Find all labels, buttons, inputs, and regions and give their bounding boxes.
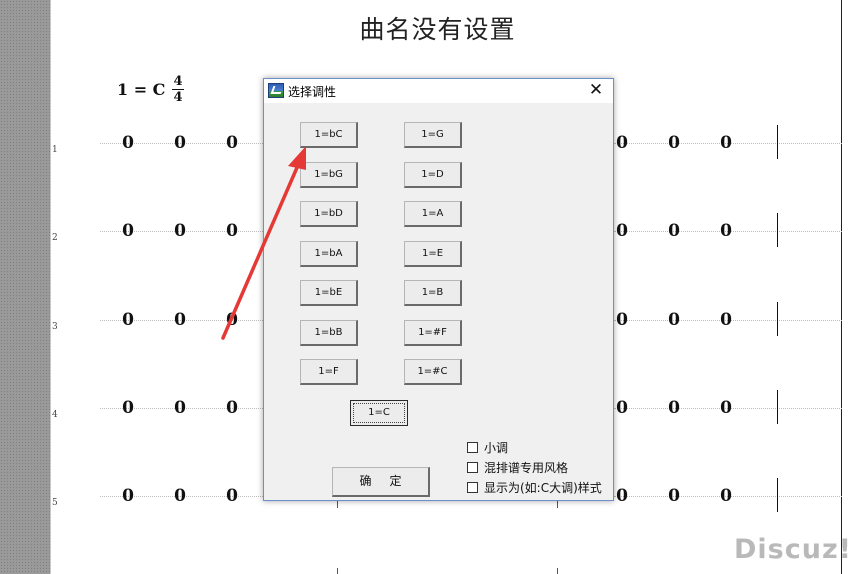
note[interactable]: 0 [666, 221, 682, 241]
option-minor-label: 小调 [484, 441, 509, 455]
note[interactable]: 0 [224, 486, 240, 506]
note[interactable]: 0 [666, 486, 682, 506]
note[interactable]: 0 [718, 133, 734, 153]
row-number: 2 [52, 233, 58, 243]
note[interactable]: 0 [224, 398, 240, 418]
key-button[interactable]: 1=bA [300, 240, 358, 267]
note[interactable]: 0 [718, 486, 734, 506]
key-signature[interactable]: 1 = C [117, 80, 165, 99]
note[interactable]: 0 [172, 486, 188, 506]
beat-tick [337, 500, 338, 508]
key-button[interactable]: 1=bB [300, 319, 358, 346]
key-button[interactable]: 1=bE [300, 280, 358, 306]
key-button[interactable]: 1=D [404, 161, 462, 188]
note[interactable]: 0 [614, 398, 630, 418]
note[interactable]: 0 [172, 398, 188, 418]
note[interactable]: 0 [614, 221, 630, 241]
note[interactable]: 0 [120, 310, 136, 330]
key-button[interactable]: 1=bG [300, 161, 358, 188]
score-title[interactable]: 曲名没有设置 [0, 10, 857, 46]
key-button[interactable]: 1=#C [404, 359, 462, 385]
note[interactable]: 0 [614, 133, 630, 153]
app-icon [268, 83, 284, 98]
note[interactable]: 0 [224, 221, 240, 241]
barline [777, 478, 778, 512]
note[interactable]: 0 [172, 310, 188, 330]
barline [777, 125, 778, 159]
key-button[interactable]: 1=F [300, 359, 358, 385]
note[interactable]: 0 [120, 398, 136, 418]
time-signature[interactable]: 4 4 [172, 74, 184, 105]
option-mixed-style-label: 混排谱专用风格 [484, 461, 569, 475]
note[interactable]: 0 [224, 133, 240, 153]
option-display-style-label: 显示为(如:C大调)样式 [484, 481, 602, 495]
beat-tick [337, 568, 338, 574]
page-edge-left [50, 0, 51, 574]
note[interactable]: 0 [224, 310, 240, 330]
beat-tick [557, 500, 558, 508]
note[interactable]: 0 [120, 133, 136, 153]
dialog-title: 选择调性 [288, 85, 337, 99]
time-signature-bottom: 4 [173, 90, 183, 105]
option-minor[interactable]: 小调 [467, 439, 508, 455]
note[interactable]: 0 [718, 221, 734, 241]
option-display-style[interactable]: 显示为(如:C大调)样式 [467, 479, 602, 495]
key-button[interactable]: 1=A [404, 201, 462, 227]
key-button[interactable]: 1=G [404, 122, 462, 148]
checkbox-display-style[interactable] [467, 482, 478, 493]
ok-button[interactable]: 确定 [332, 467, 430, 497]
watermark: Discuz! [734, 534, 852, 565]
barline [777, 390, 778, 424]
note[interactable]: 0 [666, 133, 682, 153]
note[interactable]: 0 [666, 310, 682, 330]
note[interactable]: 0 [172, 133, 188, 153]
time-signature-top: 4 [173, 74, 183, 89]
beat-tick [557, 568, 558, 574]
checkbox-minor[interactable] [467, 442, 478, 453]
note[interactable]: 0 [614, 310, 630, 330]
key-button[interactable]: 1=#F [404, 319, 462, 346]
row-number: 5 [52, 498, 58, 508]
key-button[interactable]: 1=bD [300, 201, 358, 227]
checkbox-mixed-style[interactable] [467, 462, 478, 473]
note[interactable]: 0 [666, 398, 682, 418]
row-number: 1 [52, 145, 58, 155]
close-icon[interactable]: ✕ [584, 81, 608, 101]
key-button[interactable]: 1=B [404, 280, 462, 306]
note[interactable]: 0 [172, 221, 188, 241]
note[interactable]: 0 [614, 486, 630, 506]
key-button-c[interactable]: 1=C [350, 400, 408, 426]
note[interactable]: 0 [718, 310, 734, 330]
dialog-title-bar[interactable]: 选择调性 ✕ [264, 79, 613, 103]
note[interactable]: 0 [718, 398, 734, 418]
barline [777, 213, 778, 247]
right-gutter [842, 0, 857, 574]
note[interactable]: 0 [120, 221, 136, 241]
left-gutter [0, 0, 50, 574]
option-mixed-style[interactable]: 混排谱专用风格 [467, 459, 568, 475]
key-button[interactable]: 1=bC [300, 122, 358, 148]
row-number: 3 [52, 322, 58, 332]
row-number: 4 [52, 410, 58, 420]
key-button[interactable]: 1=E [404, 240, 462, 267]
key-select-dialog[interactable]: 选择调性 ✕ 1=C 小调 混排谱专用风格 显示为(如:C大调)样式 确定 1=… [263, 78, 614, 501]
barline [777, 302, 778, 336]
note[interactable]: 0 [120, 486, 136, 506]
